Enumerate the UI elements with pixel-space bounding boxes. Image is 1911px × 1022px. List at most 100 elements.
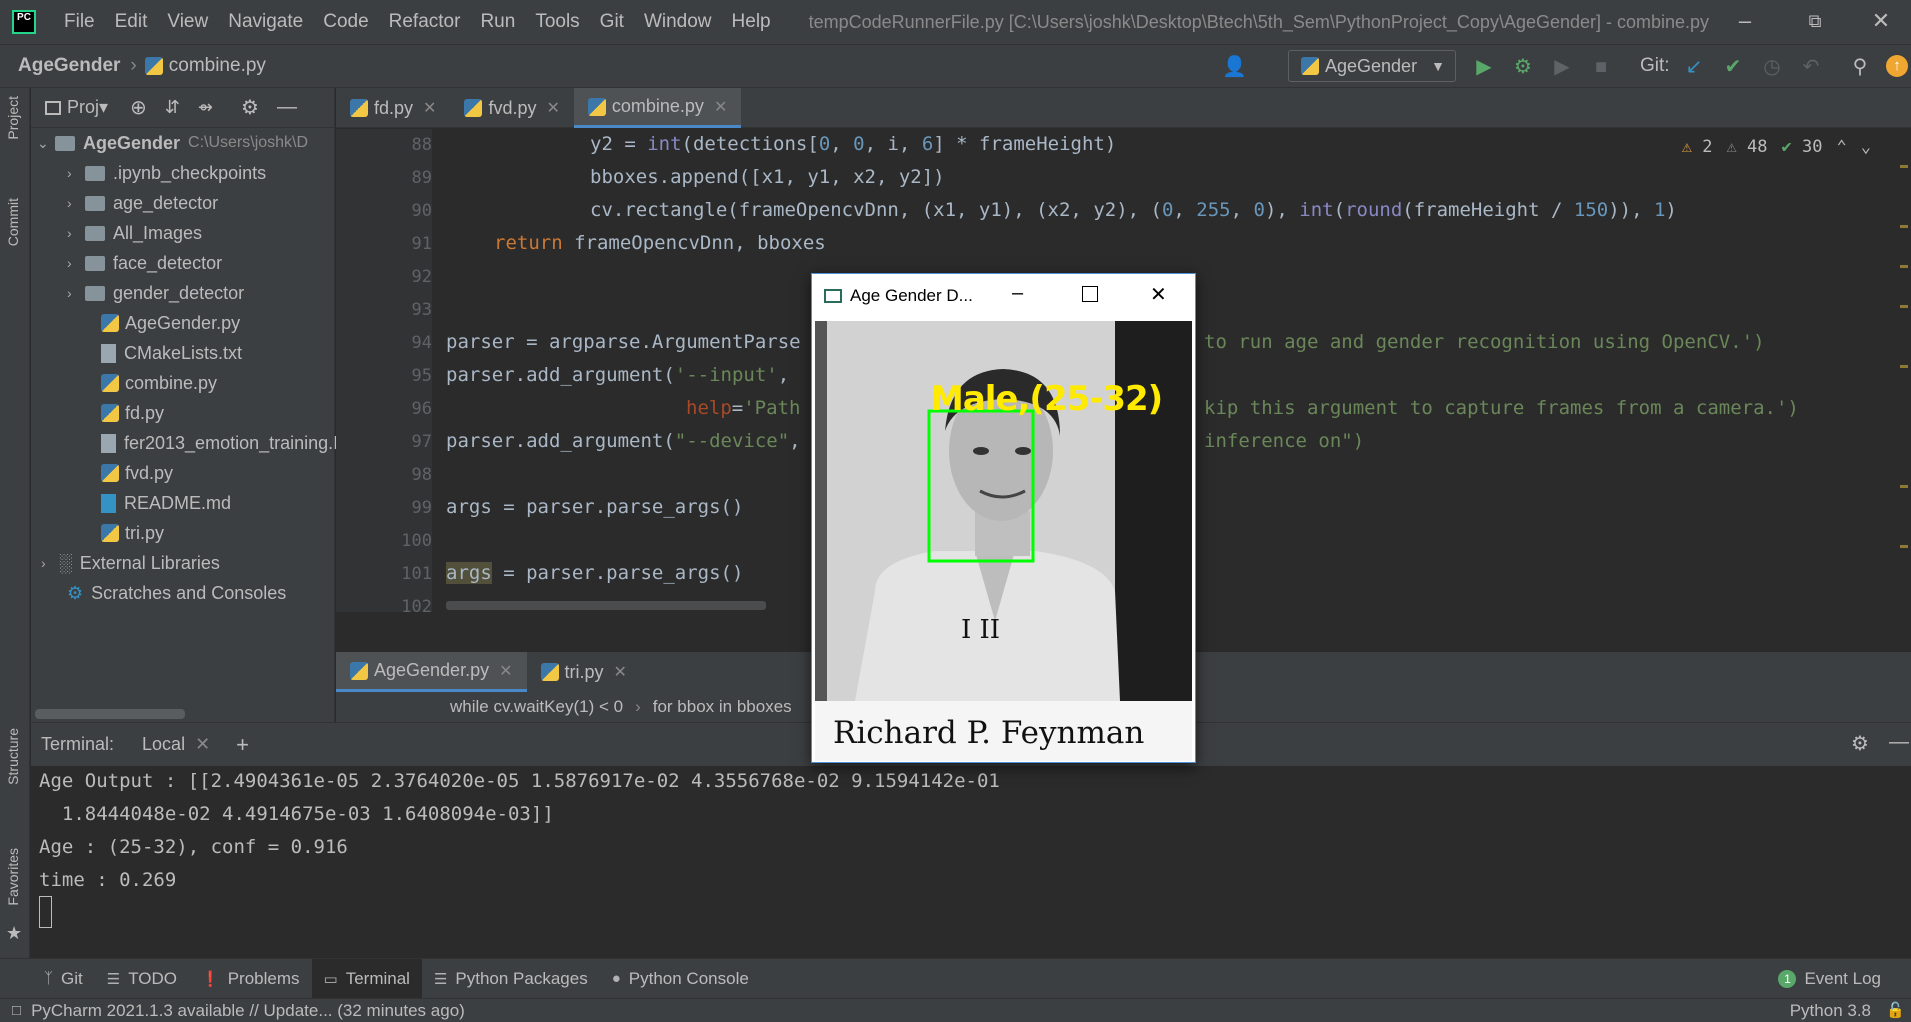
git-history-icon[interactable]: ◷ <box>1760 55 1784 79</box>
tree-item[interactable]: fvd.py <box>101 458 173 488</box>
tree-external-libraries[interactable]: › ░ External Libraries <box>41 548 220 578</box>
chevron-up-icon[interactable]: ⌃ <box>1837 137 1847 157</box>
tree-item[interactable]: combine.py <box>101 368 217 398</box>
debug-icon[interactable]: ⚙ <box>1511 55 1535 79</box>
chevron-down-icon[interactable]: ⌄ <box>1861 137 1871 157</box>
maximize-window-button[interactable] <box>1082 286 1098 302</box>
menu-tools[interactable]: Tools <box>535 11 579 33</box>
search-icon[interactable]: ⚲ <box>1848 55 1872 79</box>
tree-item[interactable]: › .ipynb_checkpoints <box>67 158 266 188</box>
run-configuration-select[interactable]: AgeGender ▼ <box>1288 50 1456 82</box>
expand-all-icon[interactable]: ⇵ <box>165 97 180 118</box>
menu-help[interactable]: Help <box>732 11 771 33</box>
breadcrumb-while[interactable]: while cv.waitKey(1) < 0 <box>450 697 623 717</box>
status-message[interactable]: PyCharm 2021.1.3 available // Update... … <box>31 1001 465 1021</box>
tab-tri-py[interactable]: tri.py ✕ <box>527 652 641 692</box>
close-window-button[interactable]: ✕ <box>1150 282 1167 307</box>
tree-item[interactable]: CMakeLists.txt <box>101 338 242 368</box>
tool-python-console[interactable]: ● Python Console <box>600 959 761 999</box>
minimize-window-button[interactable]: – <box>1730 8 1760 34</box>
git-rollback-icon[interactable]: ↶ <box>1799 55 1823 79</box>
add-terminal-icon[interactable]: + <box>236 732 249 758</box>
tree-item-label: README.md <box>124 492 232 513</box>
tab-fvd-py[interactable]: fvd.py ✕ <box>450 88 573 128</box>
horizontal-scrollbar[interactable] <box>35 709 185 719</box>
minimize-window-button[interactable]: – <box>1012 282 1023 305</box>
menu-window[interactable]: Window <box>644 11 712 33</box>
tree-item[interactable]: › All_Images <box>67 218 202 248</box>
interpreter-status[interactable]: Python 3.8 <box>1790 1001 1871 1021</box>
tool-problems[interactable]: ❗ Problems <box>189 959 312 999</box>
opencv-window-titlebar[interactable]: Age Gender D... – ✕ <box>812 274 1195 318</box>
breadcrumb-project[interactable]: AgeGender <box>18 55 120 77</box>
breadcrumb-for[interactable]: for bbox in bboxes <box>653 697 792 717</box>
close-icon[interactable]: ✕ <box>499 661 512 681</box>
inspection-widget[interactable]: ⚠ 2 ⚠ 48 ✔ 30 ⌃ ⌄ <box>1682 137 1871 157</box>
terminal-tab-local[interactable]: Local ✕ <box>134 734 218 755</box>
project-view-select[interactable]: Proj▾ <box>67 97 108 118</box>
opencv-image-window[interactable]: Age Gender D... – ✕ Male,(25-32) I II Ri… <box>811 273 1196 763</box>
git-update-icon[interactable]: ↙ <box>1682 55 1706 79</box>
editor-horizontal-scrollbar[interactable] <box>446 601 766 610</box>
menu-code[interactable]: Code <box>323 11 368 33</box>
update-icon[interactable]: ↑ <box>1886 55 1908 77</box>
structure-tool-tab[interactable]: Structure <box>5 728 21 785</box>
tool-python-packages[interactable]: ☰ Python Packages <box>422 959 600 999</box>
breadcrumb-file[interactable]: combine.py <box>169 55 266 77</box>
menu-run[interactable]: Run <box>480 11 515 33</box>
close-icon[interactable]: ✕ <box>714 97 727 117</box>
close-window-button[interactable]: ✕ <box>1866 8 1896 34</box>
tree-item[interactable]: tri.py <box>101 518 164 548</box>
tab-fd-py[interactable]: fd.py ✕ <box>336 88 450 128</box>
menu-view[interactable]: View <box>167 11 208 33</box>
project-panel-header: Proj▾ ⊕ ⇵ ⇴ ⚙ — <box>31 88 334 128</box>
git-commit-icon[interactable]: ✔ <box>1721 55 1745 79</box>
hide-panel-icon[interactable]: — <box>1889 731 1909 754</box>
close-icon[interactable]: ✕ <box>195 734 210 754</box>
hide-panel-icon[interactable]: — <box>277 96 297 119</box>
tree-item[interactable]: AgeGender.py <box>101 308 240 338</box>
tree-item[interactable]: fd.py <box>101 398 164 428</box>
collapse-all-icon[interactable]: ⇴ <box>198 97 213 118</box>
line-number: 93 <box>411 300 432 320</box>
tree-item[interactable]: fer2013_emotion_training.I <box>101 428 338 458</box>
menu-refactor[interactable]: Refactor <box>389 11 461 33</box>
lock-icon[interactable]: 🔓 <box>1886 1001 1905 1019</box>
restore-window-button[interactable]: ⧉ <box>1800 11 1830 32</box>
favorites-tool-tab[interactable]: Favorites <box>5 848 21 906</box>
menu-edit[interactable]: Edit <box>115 11 148 33</box>
menu-navigate[interactable]: Navigate <box>228 11 303 33</box>
tree-item[interactable]: › gender_detector <box>67 278 244 308</box>
tree-root-agegender[interactable]: ⌄ AgeGender C:\Users\joshk\D <box>37 128 308 158</box>
coverage-icon[interactable]: ▶ <box>1550 55 1574 79</box>
stop-icon[interactable]: ■ <box>1589 55 1613 79</box>
project-tool-tab[interactable]: Project <box>5 96 21 140</box>
tool-event-log[interactable]: 1 Event Log <box>1766 959 1893 999</box>
error-stripe[interactable] <box>1900 165 1908 615</box>
menu-file[interactable]: File <box>64 11 95 33</box>
close-icon[interactable]: ✕ <box>546 98 559 118</box>
tool-todo[interactable]: ☰ TODO <box>95 959 189 999</box>
locate-icon[interactable]: ⊕ <box>130 95 147 120</box>
commit-tool-tab[interactable]: Commit <box>5 198 21 246</box>
tab-label: fvd.py <box>488 97 537 118</box>
tool-terminal[interactable]: ▭ Terminal <box>311 958 422 999</box>
list-icon: ☰ <box>106 970 121 988</box>
tab-combine-py[interactable]: combine.py ✕ <box>573 88 742 128</box>
menu-git[interactable]: Git <box>600 11 624 33</box>
close-icon[interactable]: ✕ <box>614 662 627 682</box>
gear-icon[interactable]: ⚙ <box>1851 731 1869 756</box>
tree-scratches[interactable]: ⚙ Scratches and Consoles <box>67 578 286 608</box>
tree-item-label: gender_detector <box>113 282 245 303</box>
tool-git[interactable]: ᛉ Git <box>32 959 95 999</box>
terminal-output[interactable]: Age Output : [[2.4904361e-05 2.3764020e-… <box>31 766 1911 958</box>
gear-icon[interactable]: ⚙ <box>241 95 259 120</box>
tree-item[interactable]: › face_detector <box>67 248 222 278</box>
tab-agegender-py[interactable]: AgeGender.py ✕ <box>336 652 527 692</box>
toggle-tool-windows-icon[interactable]: □ <box>12 1002 21 1019</box>
user-icon[interactable]: 👤 <box>1222 55 1247 79</box>
close-icon[interactable]: ✕ <box>423 98 436 118</box>
run-icon[interactable]: ▶ <box>1472 55 1496 79</box>
tree-item[interactable]: README.md <box>101 488 231 518</box>
tree-item[interactable]: › age_detector <box>67 188 218 218</box>
